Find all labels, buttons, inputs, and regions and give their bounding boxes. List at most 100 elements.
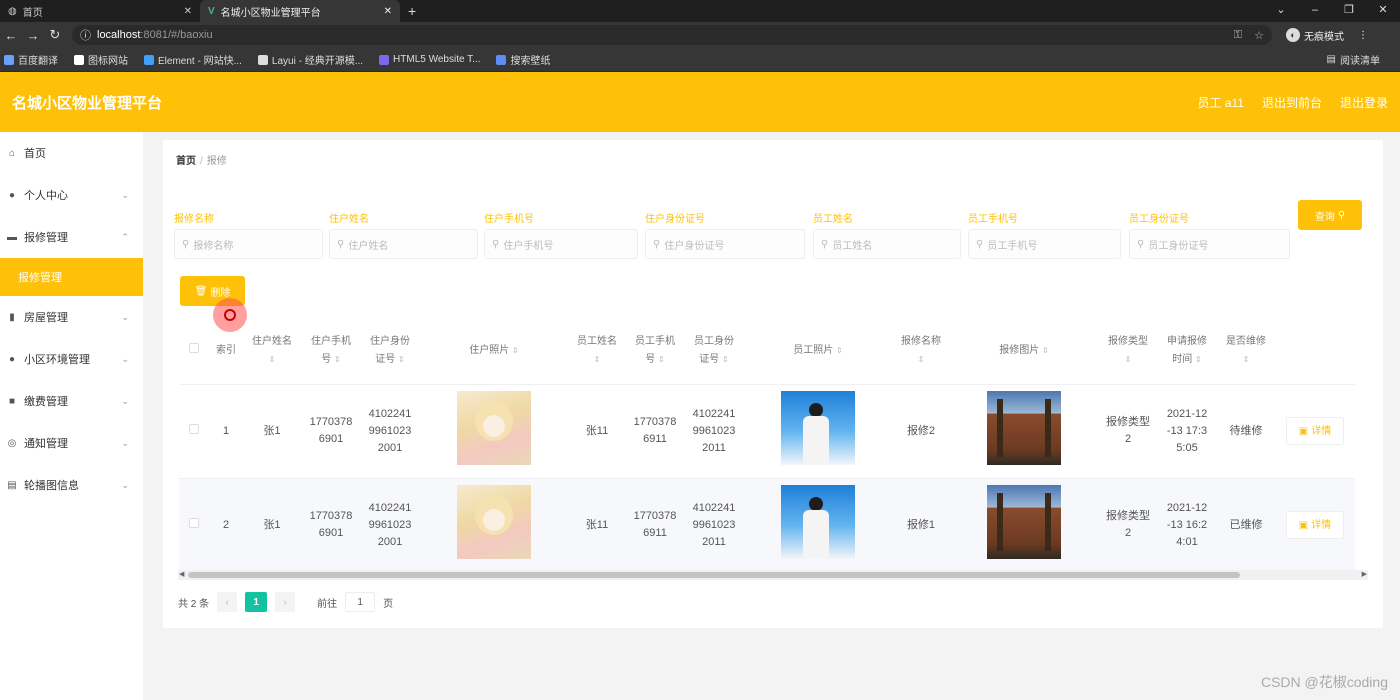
scrollbar-thumb[interactable] xyxy=(188,572,1240,578)
page-jump-input[interactable]: 1 xyxy=(345,592,376,612)
bookmark-item[interactable]: Element - 网站快... xyxy=(144,52,242,67)
header-text: 号 xyxy=(321,353,332,365)
sort-icon[interactable]: ⇕ xyxy=(1125,355,1132,364)
key-icon[interactable]: ⚿ xyxy=(1234,29,1242,42)
staff-name-input[interactable]: ⚲ 员工姓名 xyxy=(813,229,961,259)
sort-icon[interactable]: ⇕ xyxy=(1195,355,1202,364)
tab-search-icon[interactable]: ⌄ xyxy=(1264,0,1298,22)
prev-page-button[interactable]: ‹ xyxy=(217,592,238,612)
col-owner-id[interactable]: 住户身份 证号 ⇕ xyxy=(361,318,419,384)
sidebar-item-house[interactable]: ▮ 房屋管理 ⌄ xyxy=(0,296,143,338)
url-field[interactable]: ⓘ localhost:8081/#/baoxiu ⚿ ☆ xyxy=(72,25,1272,45)
sort-icon[interactable]: ⇕ xyxy=(398,355,405,364)
col-owner-name[interactable]: 住户姓名 ⇕ xyxy=(243,318,301,384)
maximize-icon[interactable]: ❐ xyxy=(1332,0,1366,22)
col-is-repaired[interactable]: 是否维修 ⇕ xyxy=(1217,318,1275,384)
browser-tab-app[interactable]: V 名城小区物业管理平台 ✕ xyxy=(200,0,400,22)
row-select-cell[interactable] xyxy=(179,477,209,572)
scroll-right-icon[interactable]: ▶ xyxy=(1362,570,1367,580)
breadcrumb-home[interactable]: 首页 xyxy=(176,156,196,167)
detail-button[interactable]: ▣ 详情 xyxy=(1286,417,1344,445)
sidebar-item-notice[interactable]: ◎ 通知管理 ⌄ xyxy=(0,422,143,464)
staff-phone-input[interactable]: ⚲ 员工手机号 xyxy=(968,229,1121,259)
star-icon[interactable]: ☆ xyxy=(1254,29,1264,42)
col-staff-id[interactable]: 员工身份 证号 ⇕ xyxy=(685,318,743,384)
reading-list[interactable]: ▤ 阅读清单 xyxy=(1327,52,1380,67)
next-page-button[interactable]: › xyxy=(275,592,296,612)
owner-name-input[interactable]: ⚲ 住户姓名 xyxy=(329,229,478,259)
row-select-cell[interactable] xyxy=(179,383,209,478)
page-1-button[interactable]: 1 xyxy=(245,592,268,612)
col-staff-photo[interactable]: 员工照片 ⇕ xyxy=(743,318,893,384)
owner-photo-image[interactable] xyxy=(457,391,531,465)
staff-photo-image[interactable] xyxy=(781,391,855,465)
reload-icon[interactable]: ↻ xyxy=(44,27,66,43)
sidebar-item-repair[interactable]: ▬ 报修管理 ⌃ xyxy=(0,216,143,258)
sort-icon[interactable]: ⇕ xyxy=(836,346,843,355)
bookmark-item[interactable]: 图标网站 xyxy=(74,52,128,67)
bookmark-item[interactable]: Layui - 经典开源模... xyxy=(257,52,363,67)
staff-id-input[interactable]: ⚲ 员工身份证号 xyxy=(1129,229,1290,259)
select-all-checkbox[interactable] xyxy=(189,342,199,353)
row-checkbox[interactable] xyxy=(189,517,199,528)
incognito-profile[interactable]: ◐ 无痕模式 ⋮ xyxy=(1286,28,1368,43)
new-tab-button[interactable]: + xyxy=(408,0,416,22)
bookmark-item[interactable]: 搜索壁纸 xyxy=(496,52,550,67)
browser-tab-home[interactable]: ◍ 首页 ✕ xyxy=(0,0,200,22)
bookmark-item[interactable]: 百度翻译 xyxy=(4,52,58,67)
col-owner-phone[interactable]: 住户手机号 ⇕ xyxy=(301,318,361,384)
delete-label: 删除 xyxy=(210,287,231,299)
back-icon[interactable]: ← xyxy=(0,28,22,43)
sidebar-subitem-repair[interactable]: 报修管理 xyxy=(0,258,143,296)
back-to-front-link[interactable]: 退出到前台 xyxy=(1262,94,1322,111)
reading-list-icon: ▤ xyxy=(1326,54,1336,65)
row-checkbox[interactable] xyxy=(189,423,199,434)
repair-photo-image[interactable] xyxy=(987,485,1061,560)
sort-icon[interactable]: ⇕ xyxy=(512,346,519,355)
owner-photo-image[interactable] xyxy=(457,485,531,560)
sidebar-item-payment[interactable]: ■ 缴费管理 ⌄ xyxy=(0,380,143,422)
sidebar-item-environment[interactable]: ● 小区环境管理 ⌄ xyxy=(0,338,143,380)
col-staff-name[interactable]: 员工姓名 ⇕ xyxy=(569,318,625,384)
owner-phone-input[interactable]: ⚲ 住户手机号 xyxy=(484,229,638,259)
scroll-left-icon[interactable]: ◀ xyxy=(179,570,184,580)
minimize-icon[interactable]: – xyxy=(1298,0,1332,22)
sidebar-item-personal[interactable]: ● 个人中心 ⌄ xyxy=(0,174,143,216)
col-staff-phone[interactable]: 员工手机号 ⇕ xyxy=(625,318,685,384)
search-icon: ⚲ xyxy=(492,238,500,250)
select-all-cell[interactable] xyxy=(179,318,209,384)
repair-photo-image[interactable] xyxy=(987,391,1061,465)
col-repair-name[interactable]: 报修名称 ⇕ xyxy=(893,318,949,384)
sidebar-item-home[interactable]: ⌂ 首页 xyxy=(0,132,143,174)
detail-button[interactable]: ▣ 详情 xyxy=(1286,511,1344,540)
sort-icon[interactable]: ⇕ xyxy=(1243,355,1250,364)
logout-link[interactable]: 退出登录 xyxy=(1340,94,1388,111)
window-close-icon[interactable]: ✕ xyxy=(1366,0,1400,22)
sort-icon[interactable]: ⇕ xyxy=(722,355,729,364)
table-horizontal-scrollbar[interactable]: ◀ ▶ xyxy=(178,570,1368,580)
sidebar-item-carousel[interactable]: ▤ 轮播图信息 ⌄ xyxy=(0,464,143,506)
staff-photo-image[interactable] xyxy=(781,485,855,560)
query-button[interactable]: 查询 ⚲ xyxy=(1298,200,1362,230)
bookmark-item[interactable]: HTML5 Website T... xyxy=(379,54,480,65)
col-repair-photo[interactable]: 报修图片 ⇕ xyxy=(949,318,1099,384)
browser-tab-strip: ◍ 首页 ✕ V 名城小区物业管理平台 ✕ + xyxy=(0,0,1400,22)
sort-icon[interactable]: ⇕ xyxy=(658,355,665,364)
col-repair-type[interactable]: 报修类型 ⇕ xyxy=(1099,318,1157,384)
col-apply-time[interactable]: 申请报修 时间 ⇕ xyxy=(1157,318,1217,384)
close-icon[interactable]: ✕ xyxy=(184,6,192,17)
sort-icon[interactable]: ⇕ xyxy=(594,355,601,364)
forward-icon[interactable]: → xyxy=(22,28,44,43)
close-icon[interactable]: ✕ xyxy=(384,6,392,17)
col-owner-photo[interactable]: 住户照片 ⇕ xyxy=(419,318,569,384)
sort-icon[interactable]: ⇕ xyxy=(918,355,925,364)
element-icon xyxy=(144,54,154,65)
repair-name-input[interactable]: ⚲ 报修名称 xyxy=(174,229,323,259)
sort-icon[interactable]: ⇕ xyxy=(269,355,276,364)
sort-icon[interactable]: ⇕ xyxy=(334,355,341,364)
sort-icon[interactable]: ⇕ xyxy=(1042,346,1049,355)
owner-id-input[interactable]: ⚲ 住户身份证号 xyxy=(645,229,805,259)
header-text: 号 xyxy=(645,353,656,365)
more-icon[interactable]: ⋮ xyxy=(1358,30,1368,41)
breadcrumb: 首页 / 报修 xyxy=(176,152,227,167)
